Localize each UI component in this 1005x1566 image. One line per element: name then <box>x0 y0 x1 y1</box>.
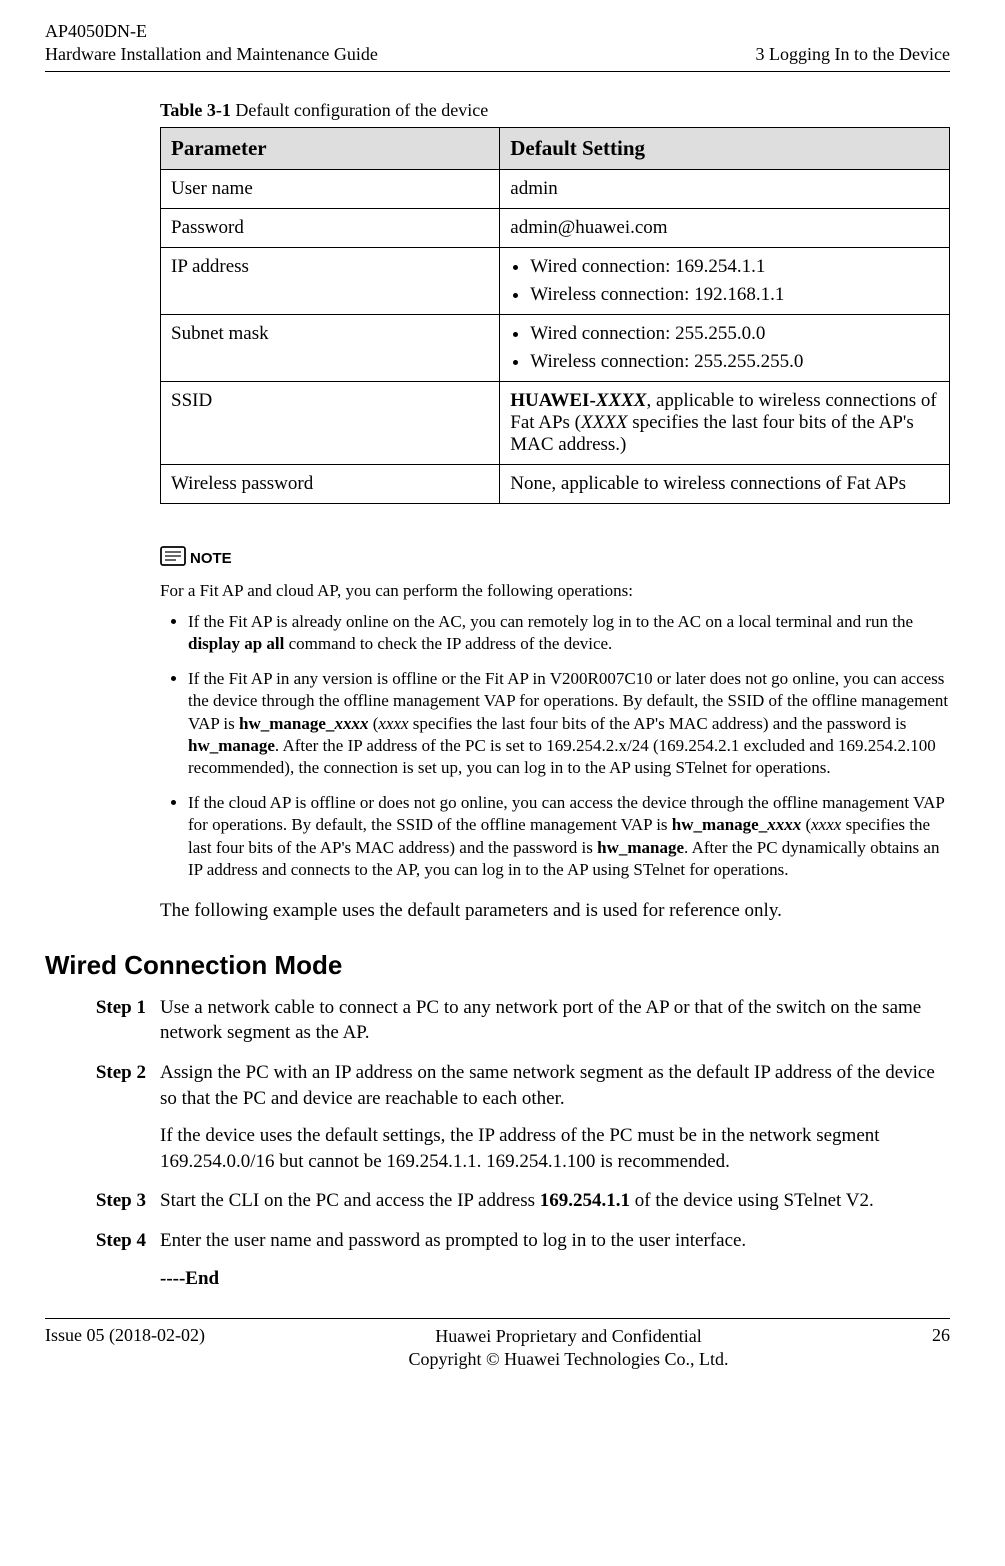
step-label: Step 4 <box>45 1228 160 1254</box>
cell-list-item: Wireless connection: 255.255.255.0 <box>530 351 939 373</box>
table-caption-rest: Default configuration of the device <box>231 100 488 120</box>
cell-param: Wireless password <box>161 464 500 503</box>
table-header-row: Parameter Default Setting <box>161 127 950 169</box>
table-row: SSID HUAWEI-XXXX, applicable to wireless… <box>161 381 950 464</box>
note-bold: hw_manage <box>597 838 684 857</box>
ssid-prefix: HUAWEI- <box>510 390 596 411</box>
cell-value: Wired connection: 169.254.1.1 Wireless c… <box>500 247 950 314</box>
note-bold: display ap all <box>188 634 284 653</box>
end-marker: ----End <box>160 1268 950 1290</box>
note-text: command to check the IP address of the d… <box>284 634 612 653</box>
footer-page-number: 26 <box>932 1325 950 1346</box>
table-row: Password admin@huawei.com <box>161 208 950 247</box>
footer-copyright: Copyright © Huawei Technologies Co., Ltd… <box>408 1348 728 1371</box>
table-caption-prefix: Table 3-1 <box>160 100 231 120</box>
note-label: NOTE <box>190 550 232 567</box>
step-bold: 169.254.1.1 <box>540 1190 630 1211</box>
col-default-setting: Default Setting <box>500 127 950 169</box>
step-label: Step 1 <box>45 995 160 1046</box>
cell-list-item: Wireless connection: 192.168.1.1 <box>530 284 939 306</box>
step-text: Assign the PC with an IP address on the … <box>160 1060 950 1111</box>
cell-param: IP address <box>161 247 500 314</box>
note-text: specifies the last four bits of the AP's… <box>409 714 907 733</box>
step-text-part: Start the CLI on the PC and access the I… <box>160 1190 540 1211</box>
step-row: Step 4 Enter the user name and password … <box>45 1228 950 1254</box>
step-text: If the device uses the default settings,… <box>160 1123 950 1174</box>
step-row: Step 2 Assign the PC with an IP address … <box>45 1060 950 1175</box>
footer-center: Huawei Proprietary and Confidential Copy… <box>408 1325 728 1372</box>
cell-param: Password <box>161 208 500 247</box>
cell-list-item: Wired connection: 169.254.1.1 <box>530 256 939 278</box>
note-bold: hw_manage <box>188 736 275 755</box>
note-list-item: If the Fit AP in any version is offline … <box>188 668 950 780</box>
note-bold: hw_manage_ <box>239 714 334 733</box>
page-footer: Issue 05 (2018-02-02) Huawei Proprietary… <box>45 1318 950 1372</box>
footer-issue: Issue 05 (2018-02-02) <box>45 1325 205 1346</box>
cell-value: admin <box>500 169 950 208</box>
cell-value: HUAWEI-XXXX, applicable to wireless conn… <box>500 381 950 464</box>
note-block: NOTE For a Fit AP and cloud AP, you can … <box>160 546 950 882</box>
step-label: Step 3 <box>45 1188 160 1214</box>
section-heading: Wired Connection Mode <box>45 950 950 981</box>
step-body: Use a network cable to connect a PC to a… <box>160 995 950 1046</box>
step-row: Step 3 Start the CLI on the PC and acces… <box>45 1188 950 1214</box>
step-text: Use a network cable to connect a PC to a… <box>160 995 950 1046</box>
config-table: Parameter Default Setting User name admi… <box>160 127 950 504</box>
note-text: ( <box>368 714 378 733</box>
col-parameter: Parameter <box>161 127 500 169</box>
note-text: . After the IP address of the PC is set … <box>188 736 936 777</box>
table-row: User name admin <box>161 169 950 208</box>
note-italic: xxxx <box>378 714 408 733</box>
step-body: Start the CLI on the PC and access the I… <box>160 1188 950 1214</box>
note-italic: xxxx <box>811 815 841 834</box>
note-icon <box>160 546 186 571</box>
header-doc-title: Hardware Installation and Maintenance Gu… <box>45 43 378 66</box>
note-list-item: If the Fit AP is already online on the A… <box>188 611 950 656</box>
note-list-item: If the cloud AP is offline or does not g… <box>188 792 950 882</box>
cell-param: Subnet mask <box>161 314 500 381</box>
ssid-xxxx2: XXXX <box>581 412 627 433</box>
footer-proprietary: Huawei Proprietary and Confidential <box>408 1325 728 1348</box>
step-body: Enter the user name and password as prom… <box>160 1228 950 1254</box>
header-section: 3 Logging In to the Device <box>756 43 950 66</box>
step-text: Enter the user name and password as prom… <box>160 1228 950 1254</box>
cell-value: admin@huawei.com <box>500 208 950 247</box>
cell-param: SSID <box>161 381 500 464</box>
cell-value: Wired connection: 255.255.0.0 Wireless c… <box>500 314 950 381</box>
step-label: Step 2 <box>45 1060 160 1175</box>
ssid-xxxx: XXXX <box>596 390 647 411</box>
page-header: AP4050DN-E Hardware Installation and Mai… <box>45 20 950 72</box>
note-bi: xxxx <box>334 714 368 733</box>
note-text: ( <box>801 815 811 834</box>
note-bold: hw_manage_ <box>672 815 767 834</box>
table-row: Subnet mask Wired connection: 255.255.0.… <box>161 314 950 381</box>
note-text: If the Fit AP is already online on the A… <box>188 612 913 631</box>
step-body: Assign the PC with an IP address on the … <box>160 1060 950 1175</box>
cell-value: None, applicable to wireless connections… <box>500 464 950 503</box>
header-product: AP4050DN-E <box>45 20 378 43</box>
step-text-part: of the device using STelnet V2. <box>630 1190 874 1211</box>
header-left: AP4050DN-E Hardware Installation and Mai… <box>45 20 378 67</box>
cell-list-item: Wired connection: 255.255.0.0 <box>530 323 939 345</box>
step-row: Step 1 Use a network cable to connect a … <box>45 995 950 1046</box>
table-row: IP address Wired connection: 169.254.1.1… <box>161 247 950 314</box>
table-caption: Table 3-1 Default configuration of the d… <box>160 100 950 121</box>
table-row: Wireless password None, applicable to wi… <box>161 464 950 503</box>
following-example: The following example uses the default p… <box>160 900 950 922</box>
note-intro: For a Fit AP and cloud AP, you can perfo… <box>160 581 950 601</box>
step-text: Start the CLI on the PC and access the I… <box>160 1188 950 1214</box>
cell-param: User name <box>161 169 500 208</box>
note-bi: xxxx <box>767 815 801 834</box>
